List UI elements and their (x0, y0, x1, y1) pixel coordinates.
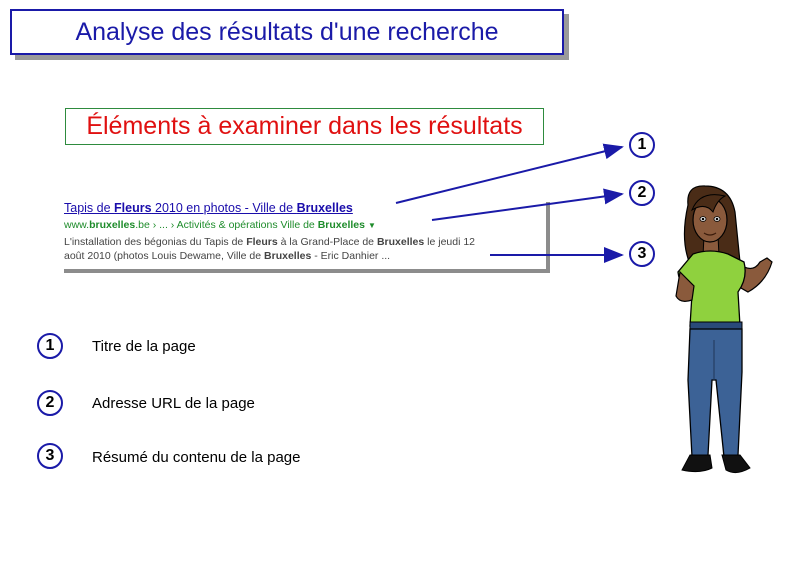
woman-illustration (675, 185, 773, 474)
